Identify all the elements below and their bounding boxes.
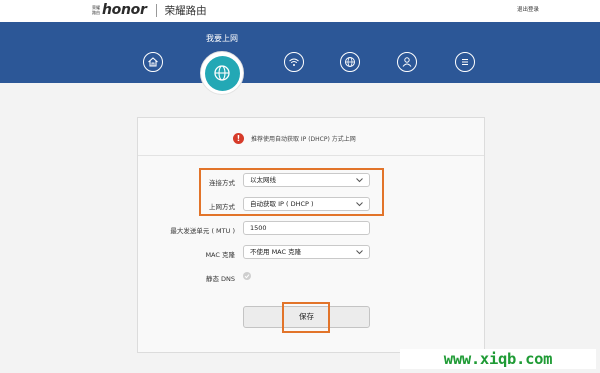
nav-item-account[interactable] [397,52,417,72]
nav-item-internet[interactable] [200,51,244,95]
chevron-down-icon [356,250,363,255]
nav-item-network[interactable] [340,52,360,72]
logout-link[interactable]: 退出登录 [517,5,539,13]
static-dns-label: 静态 DNS [205,275,235,283]
static-dns-toggle[interactable] [243,272,251,280]
nav-item-internet-inner [204,55,240,91]
nav-item-wifi[interactable] [284,52,304,72]
notice-row: ! 推荐使用自动获取 IP (DHCP) 方式上网 [138,118,484,156]
brand-logo: honor [102,2,147,18]
highlight-box-mode-fields [199,168,384,216]
menu-icon [462,59,468,65]
watermark: www.xiqb.com [400,349,596,369]
globe-icon [214,65,230,81]
user-icon [402,57,412,67]
warning-icon: ! [233,133,244,144]
mac-clone-value: 不使用 MAC 克隆 [250,248,302,256]
mac-clone-select[interactable]: 不使用 MAC 克隆 [243,245,370,259]
nav-item-more[interactable] [455,52,475,72]
mac-clone-label: MAC 克隆 [205,251,235,259]
network-globe-icon [345,57,355,67]
wifi-icon [289,58,299,66]
mtu-value: 1500 [250,224,267,232]
mtu-input[interactable]: 1500 [243,221,370,235]
nav-item-home[interactable] [143,52,163,72]
top-header: 荣耀 路由 honor 荣耀路由 退出登录 [0,0,600,22]
brand: 荣耀 路由 honor 荣耀路由 [92,1,207,19]
mtu-label: 最大发送单元 ( MTU ) [170,227,235,235]
brand-mark-bottom: 路由 [92,10,100,15]
brand-divider [155,3,157,17]
notice-text: 推荐使用自动获取 IP (DHCP) 方式上网 [251,136,356,143]
nav-active-label: 我要上网 [206,34,238,43]
product-name: 荣耀路由 [164,4,207,17]
nav-band [0,22,600,83]
brand-mark: 荣耀 路由 [92,5,100,15]
home-icon [148,57,158,67]
highlight-box-save [282,302,330,333]
check-icon [244,274,250,279]
